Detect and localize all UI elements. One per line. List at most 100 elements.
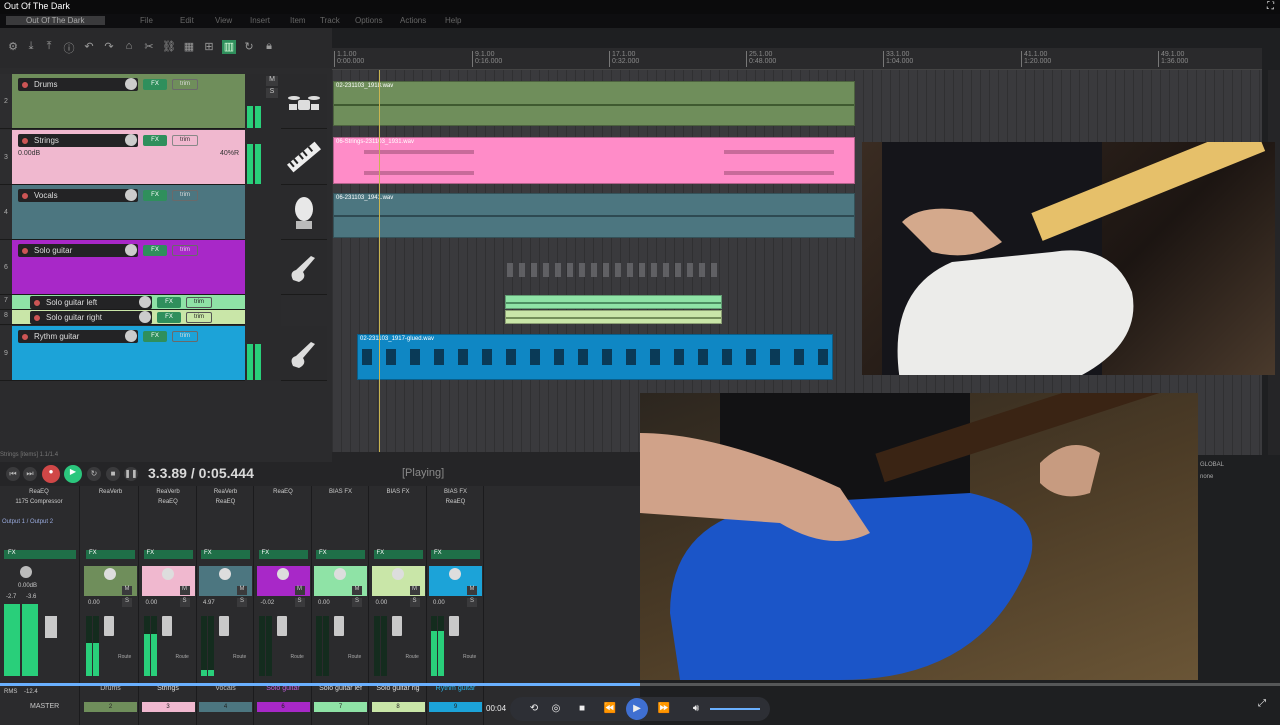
info-icon[interactable]: ⓘ [62,40,76,55]
fx-slot[interactable]: ReaVerb [86,488,135,497]
volume-fader[interactable] [449,616,459,636]
track-name[interactable]: Rythm guitar [18,330,138,343]
solo-button[interactable]: S [179,598,190,607]
master-fader[interactable] [45,616,57,638]
trim-button[interactable]: trim [172,135,198,146]
volume-fader[interactable] [391,616,402,636]
mute-button[interactable]: M [237,586,247,595]
menu-item-file[interactable]: File [140,16,153,25]
trim-button[interactable]: trim [172,79,198,90]
fx-button[interactable]: FX [143,331,167,342]
volume-knob[interactable] [125,134,137,146]
fx-slot[interactable]: BIAS FX [431,488,480,497]
solo-button[interactable]: S [237,598,247,607]
pan-knob[interactable] [219,568,231,580]
media-item-drums[interactable]: 02-231103_1918.wav [333,81,855,126]
fullscreen-icon[interactable]: ⛶ [1267,1,1274,12]
import-icon[interactable]: ⤓ [24,40,38,54]
fx-slot[interactable]: 1175 Compressor [4,498,74,507]
record-arm-button[interactable] [33,299,41,307]
fx-button[interactable]: FX [143,190,167,201]
route-button[interactable]: Route [463,654,476,660]
volume-knob[interactable] [125,330,137,342]
track-name[interactable]: Solo guitar right [30,311,152,324]
volume-fader[interactable] [334,616,344,636]
record-arm-button[interactable] [21,333,29,341]
fx-button[interactable]: FX [431,550,480,559]
track-header-solo-guitar-right[interactable]: 8 Solo guitar right FX trim [0,310,245,325]
fx-slot[interactable]: BIAS FX [374,488,423,497]
play-icon[interactable]: ▶ [626,698,648,720]
fx-slot[interactable]: BIAS FX [316,488,365,497]
menu-item-view[interactable]: View [215,16,232,25]
next-icon[interactable]: ⏩ [656,701,672,717]
solo-button[interactable]: S [409,598,420,607]
horizontal-scrollbar[interactable] [332,452,640,462]
fx-button[interactable]: FX [143,550,193,559]
solo-button[interactable]: S [352,598,362,607]
route-button[interactable]: Route [348,654,361,660]
fx-slot[interactable]: ReaEQ [144,498,193,507]
pan-knob[interactable] [391,568,404,580]
volume-fader[interactable] [104,616,114,636]
fx-slot[interactable]: ReaEQ [431,498,480,507]
fx-button[interactable]: FX [157,312,181,323]
volume-slider[interactable] [710,708,760,710]
fx-slot[interactable]: ReaVerb [201,488,250,497]
stop-icon[interactable]: ■ [574,701,590,717]
pan-knob[interactable] [334,568,346,580]
menu-item-help[interactable]: Help [445,16,461,25]
pause-button[interactable]: ❚❚ [124,467,138,481]
volume-knob[interactable] [139,311,151,323]
solo-button[interactable]: S [122,598,132,607]
master-knob[interactable] [20,566,32,578]
media-item-vocals[interactable]: 06-231103_1941.wav [333,193,855,238]
record-button[interactable]: ● [42,465,60,483]
mute-button[interactable]: M [122,586,132,595]
track-header-rythm-guitar[interactable]: 9 Rythm guitar FX trim [0,326,245,381]
track-name[interactable]: Drums [18,78,138,91]
playhead-cursor[interactable] [379,70,380,452]
media-item-solo-guitar-left[interactable] [505,295,722,309]
go-to-start-icon[interactable]: ⏮ [6,467,20,481]
solo-button[interactable]: S [294,598,305,607]
link-icon[interactable]: ⛓ [162,40,176,54]
metronome-icon[interactable]: ⌂ [122,40,136,54]
menu-item-track[interactable]: Track [320,16,340,25]
mute-button[interactable]: M [266,76,278,86]
fx-slot[interactable] [316,498,365,507]
volume-icon[interactable]: 🔊︎ [688,701,704,717]
mute-button[interactable]: M [409,586,420,595]
lock-icon[interactable]: 🔒︎ [262,40,276,54]
record-arm-button[interactable] [33,314,41,322]
solo-button[interactable]: S [467,598,477,607]
master-output[interactable]: Output 1 / Output 2 [2,519,53,525]
track-name[interactable]: Solo guitar [18,244,138,257]
trim-button[interactable]: trim [172,245,198,256]
pan-knob[interactable] [161,568,174,580]
fx-slot[interactable]: ReaEQ [4,488,74,497]
track-header-solo-guitar[interactable]: 6 Solo guitar FX trim [0,240,245,295]
volume-knob[interactable] [139,296,151,308]
media-item-strings[interactable]: 06-Strings-231103_1931.wav [333,137,855,184]
previous-icon[interactable]: ⏪ [602,701,618,717]
solo-button[interactable]: S [266,88,278,98]
loop-icon[interactable]: ↻ [242,40,256,54]
mute-button[interactable]: M [294,586,305,595]
track-name[interactable]: Vocals [18,189,138,202]
grid-toggle-icon[interactable]: ▥ [222,40,236,54]
volume-knob[interactable] [125,189,137,201]
fx-button[interactable]: FX [143,245,167,256]
trim-button[interactable]: trim [186,312,212,323]
trim-button[interactable]: trim [172,331,198,342]
expand-icon[interactable]: ⤢ [1258,698,1270,710]
menu-item-options[interactable]: Options [355,16,383,25]
project-tab[interactable]: Out Of The Dark [6,16,105,25]
menu-item-actions[interactable]: Actions [400,16,426,25]
fx-slot[interactable]: ReaEQ [201,498,250,507]
pan-knob[interactable] [449,568,461,580]
media-item-solo-guitar-right[interactable] [505,310,722,324]
fx-button[interactable]: FX [316,550,365,559]
video-progress-bar[interactable] [0,683,1280,686]
fx-button[interactable]: FX [143,135,167,146]
